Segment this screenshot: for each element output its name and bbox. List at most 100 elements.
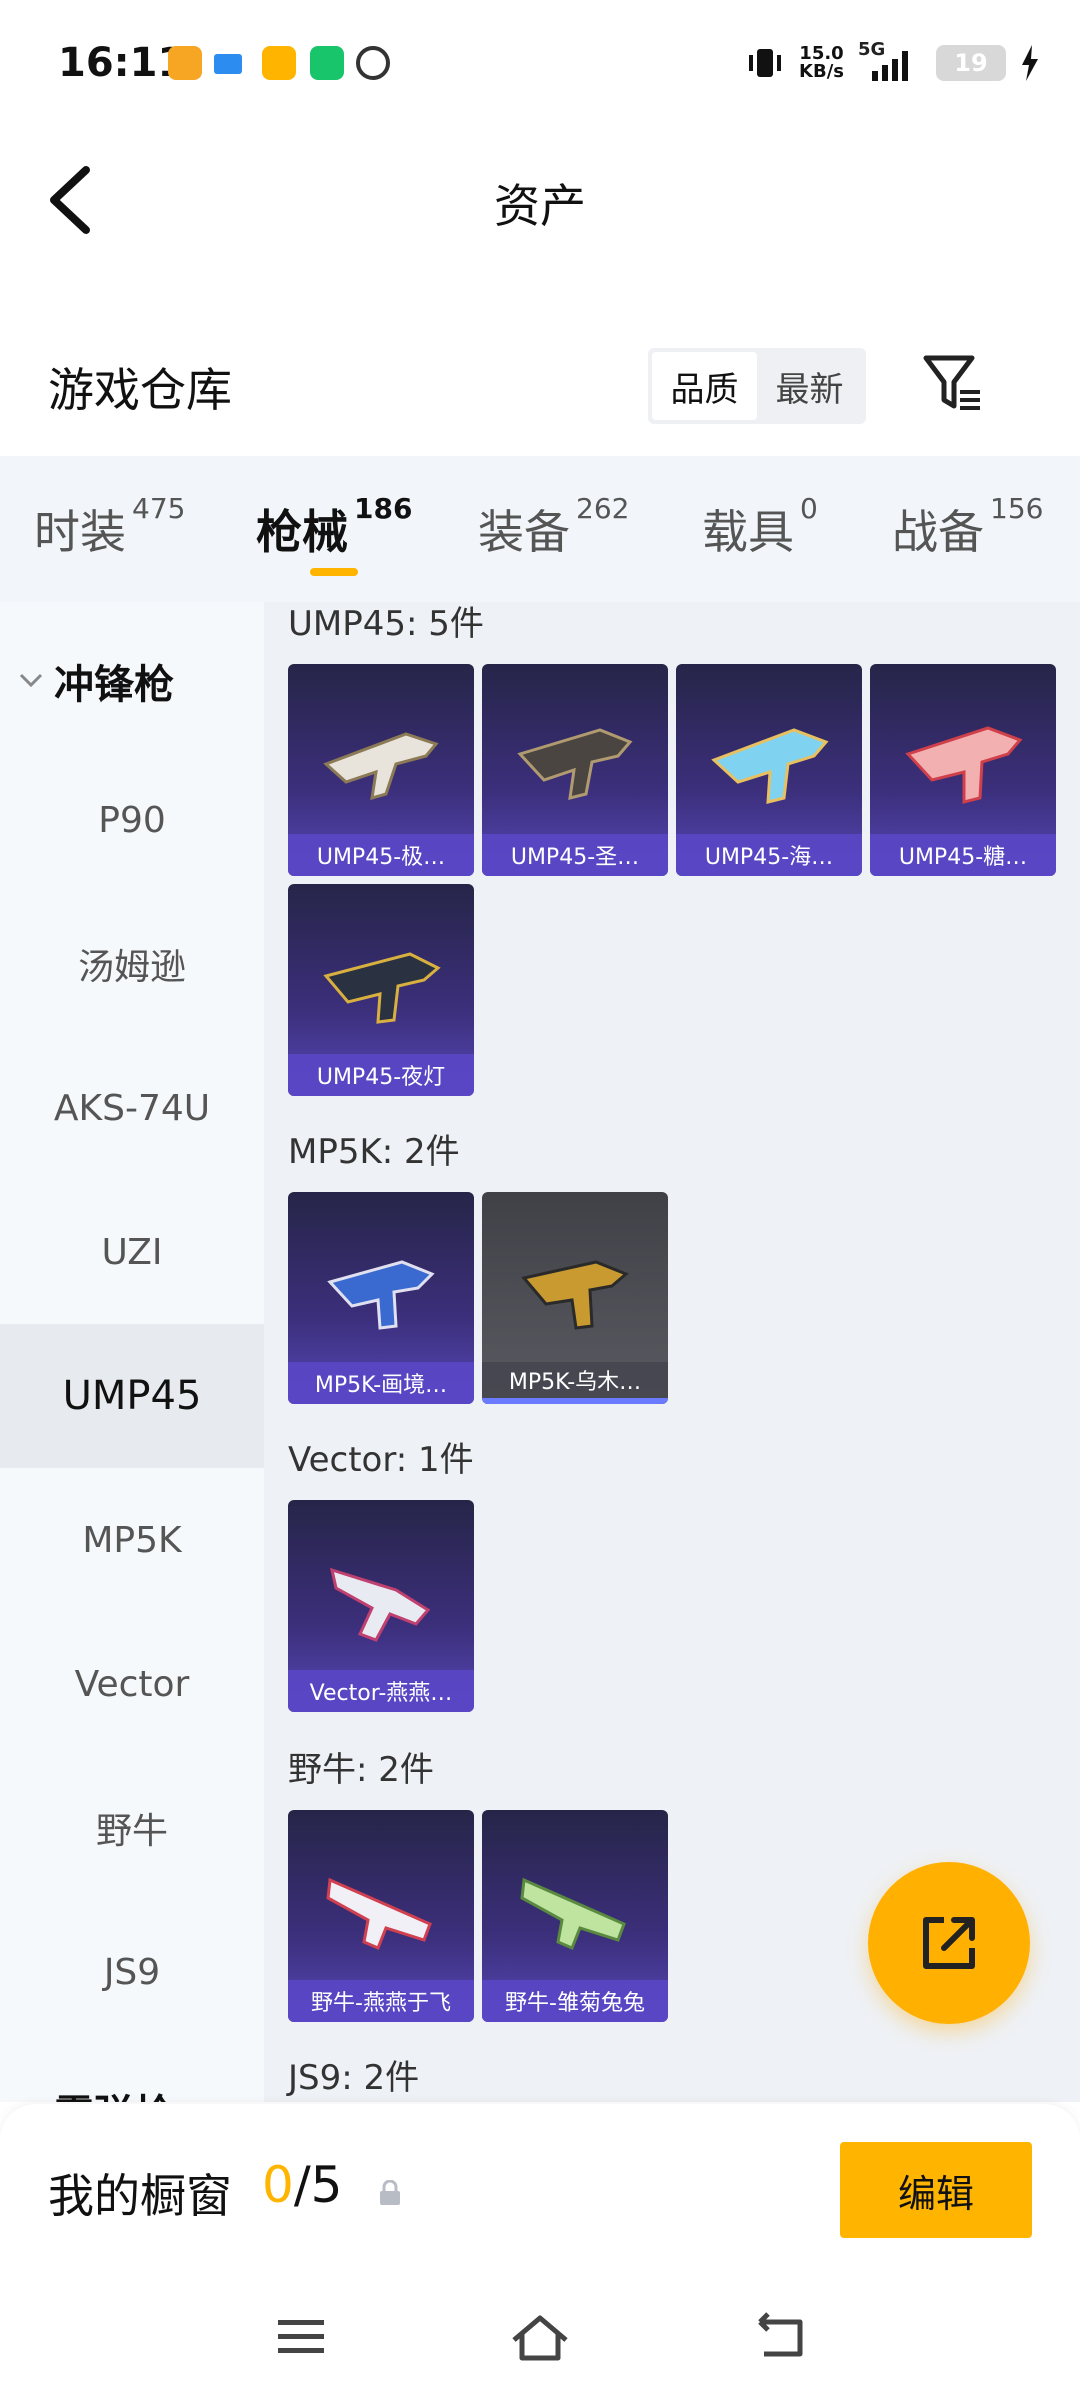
filter-icon[interactable] [920,350,986,416]
skin-card-label: UMP45-糖… [870,834,1056,876]
system-nav-bar [0,2280,1080,2400]
skin-card[interactable]: UMP45-海… [676,664,862,876]
back-nav-icon[interactable] [750,2310,814,2364]
sidebar-item-p90[interactable]: P90 [0,748,264,892]
sidebar-category-label: 霰弹枪 [54,2082,174,2102]
notification-app-icon [310,46,344,80]
status-right: 15.0 KB/s 5G 19 [745,38,1040,88]
share-button[interactable] [868,1862,1030,2024]
active-tab-indicator [310,568,358,576]
skin-card-label: Vector-燕燕… [288,1670,474,1712]
sidebar-category-label: 冲锋枪 [54,662,174,708]
weapon-image-icon [323,732,439,801]
vibrate-icon [749,49,782,77]
weapon-sidebar: 冲锋枪 P90 汤姆逊 AKS-74U UZI UMP45 MP5K Vecto… [0,602,264,2102]
skin-card[interactable]: Vector-燕燕… [288,1500,474,1712]
skin-card-label: UMP45-极… [288,834,474,876]
charging-icon [1022,45,1038,81]
warehouse-title: 游戏仓库 [48,363,232,417]
warehouse-header: 游戏仓库 品质 最新 [0,340,1080,440]
group-title-js9: JS9: 2件 [288,2058,420,2098]
weapon-image-icon [517,728,633,800]
weapon-image-icon [323,952,441,1024]
weapon-image-icon [711,728,829,804]
skin-card[interactable]: MP5K-画境… [288,1192,474,1404]
sidebar-item-vector[interactable]: Vector [0,1612,264,1756]
sidebar-item-mp5k[interactable]: MP5K [0,1468,264,1612]
skin-card[interactable]: UMP45-极… [288,664,474,876]
showcase-current: 0 [262,2156,294,2214]
weapon-image-icon [327,1260,435,1330]
battery-icon: 19 [936,45,1006,81]
sidebar-item-js9[interactable]: JS9 [0,1900,264,2044]
menu-icon[interactable] [270,2310,334,2364]
edit-button[interactable]: 编辑 [840,2142,1032,2238]
signal-icon: 5G [858,39,922,83]
tab-count: 156 [990,492,1044,525]
share-icon [923,1917,975,1969]
tab-supplies[interactable]: 战备 156 [892,492,1043,562]
chevron-down-icon [19,673,43,688]
sort-quality-option[interactable]: 品质 [652,352,757,420]
sort-toggle: 品质 最新 [648,348,866,424]
weapon-image-icon [521,1260,629,1330]
category-tabs: 时装 475 枪械 186 装备 262 载具 0 战备 156 [0,456,1080,602]
weapon-image-icon [905,726,1023,804]
tab-vehicles[interactable]: 载具 0 [702,492,818,562]
weapon-image-icon [520,1877,626,1950]
skin-card-label: 野牛-燕燕于飞 [288,1980,474,2022]
sidebar-item-ump45[interactable]: UMP45 [0,1324,264,1468]
notification-app-icon [356,46,390,80]
net-speed: 15.0 KB/s [799,45,844,81]
showcase-label: 我的橱窗 [48,2169,232,2223]
tab-label: 载具 [702,505,794,559]
group-title-vector: Vector: 1件 [288,1440,474,1480]
page-title: 资产 [494,179,586,233]
notification-app-icon [168,46,202,80]
tab-label: 时装 [34,505,126,559]
skin-card[interactable]: MP5K-乌木… [482,1192,668,1404]
sidebar-category-shotgun[interactable]: 霰弹枪 [18,2082,174,2102]
skin-card[interactable]: 野牛-燕燕于飞 [288,1810,474,2022]
skin-card[interactable]: UMP45-夜灯 [288,884,474,1096]
tab-count: 0 [800,492,818,525]
home-icon[interactable] [508,2310,572,2364]
group-title-mp5k: MP5K: 2件 [288,1132,460,1172]
showcase-count: 0/5 [262,2156,342,2214]
skin-card-label: UMP45-圣… [482,834,668,876]
weapon-image-icon [329,1567,431,1642]
status-time: 16:11 [58,40,186,86]
tab-weapons[interactable]: 枪械 186 [256,492,412,562]
showcase-total: /5 [293,2156,343,2214]
net-speed-unit: KB/s [799,61,844,82]
sidebar-item-thompson[interactable]: 汤姆逊 [0,892,264,1036]
skin-card[interactable]: UMP45-糖… [870,664,1056,876]
group-title-ump45: UMP45: 5件 [288,604,484,644]
tab-label: 枪械 [256,505,348,559]
skin-card[interactable]: 野牛-雏菊兔兔 [482,1810,668,2022]
status-bar: 16:11 15.0 KB/s 5G 19 [0,0,1080,120]
sidebar-item-bizon[interactable]: 野牛 [0,1756,264,1900]
skin-card-label: MP5K-乌木… [482,1362,668,1404]
group-title-bizon: 野牛: 2件 [288,1750,434,1790]
tab-count: 262 [576,492,630,525]
skin-card-label: 野牛-雏菊兔兔 [482,1980,668,2022]
skin-card[interactable]: UMP45-圣… [482,664,668,876]
weapon-image-icon [326,1877,432,1950]
tab-label: 装备 [478,505,570,559]
tab-equipment[interactable]: 装备 262 [478,492,629,562]
tab-count: 186 [354,492,413,525]
tab-label: 战备 [892,505,984,559]
notification-app-icon [214,54,242,74]
notification-app-icon [262,46,296,80]
sidebar-category[interactable]: 冲锋枪 [18,652,174,710]
tab-count: 475 [132,492,186,525]
sort-newest-option[interactable]: 最新 [757,352,862,420]
tab-fashion[interactable]: 时装 475 [34,492,185,562]
skin-card-label: UMP45-海… [676,834,862,876]
sidebar-item-uzi[interactable]: UZI [0,1180,264,1324]
lock-icon [380,2180,400,2205]
sidebar-item-aks74u[interactable]: AKS-74U [0,1036,264,1180]
skin-card-label: MP5K-画境… [288,1362,474,1404]
title-bar: 资产 [0,140,1080,260]
